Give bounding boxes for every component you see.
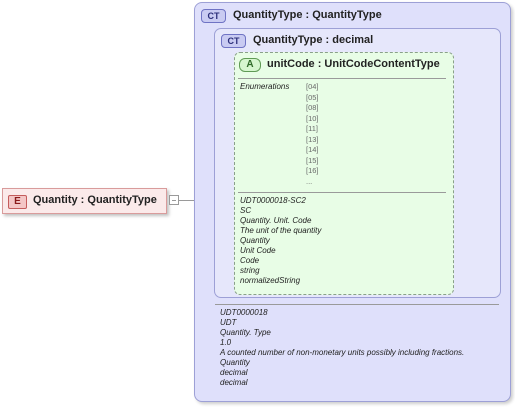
attribute-annotation-separator: [238, 192, 446, 193]
attribute-title-separator: [238, 78, 446, 79]
element-title: Quantity : QuantityType: [33, 194, 157, 206]
outer-annotation-separator: [215, 304, 499, 305]
element-connector-line: [179, 200, 194, 201]
attribute-title: unitCode : UnitCodeContentType: [267, 58, 440, 70]
attribute-badge: A: [239, 58, 261, 72]
enumerations-label: Enumerations: [240, 82, 290, 91]
element-badge: E: [8, 195, 27, 209]
outer-type-title: QuantityType : QuantityType: [233, 9, 382, 21]
element-quantity[interactable]: E Quantity : QuantityType: [2, 188, 167, 214]
expand-connector[interactable]: [169, 195, 179, 205]
inner-type-title: QuantityType : decimal: [253, 34, 374, 46]
ct-badge-outer: CT: [201, 9, 226, 23]
attribute-unitcode[interactable]: A unitCode : UnitCodeContentType Enumera…: [234, 52, 454, 295]
ct-badge-inner: CT: [221, 34, 246, 48]
